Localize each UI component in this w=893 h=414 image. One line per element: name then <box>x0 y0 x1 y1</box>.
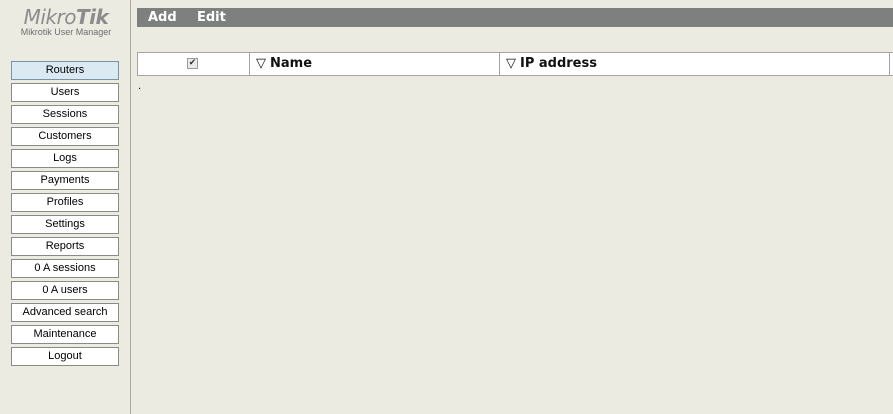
select-all-column: ✔ <box>138 53 250 75</box>
logo-brand-bold: Tik <box>76 5 109 29</box>
mikrotik-logo: MikroTik Mikrotik User Manager <box>14 6 118 38</box>
sidebar-item-sessions[interactable]: Sessions <box>11 105 119 124</box>
logo-wordmark: MikroTik <box>14 6 118 28</box>
routers-table-header: ✔ ▽ Name ▽ IP address <box>137 52 893 76</box>
sidebar-item-logs[interactable]: Logs <box>11 149 119 168</box>
column-header-ip-address: ▽ IP address <box>500 53 890 75</box>
empty-table-marker: . <box>138 81 142 92</box>
column-ip-label: IP address <box>520 56 597 71</box>
logo-subtitle: Mikrotik User Manager <box>20 27 112 37</box>
sidebar-item-users[interactable]: Users <box>11 83 119 102</box>
sidebar-nav: Routers Users Sessions Customers Logs Pa… <box>11 61 119 369</box>
select-all-checkbox[interactable]: ✔ <box>187 58 198 69</box>
sort-triangle-icon: ▽ <box>506 56 516 71</box>
sort-ip-header[interactable]: ▽ IP address <box>506 53 597 75</box>
column-header-name: ▽ Name <box>250 53 500 75</box>
column-name-label: Name <box>270 56 313 71</box>
sidebar-item-profiles[interactable]: Profiles <box>11 193 119 212</box>
sort-triangle-icon: ▽ <box>256 56 266 71</box>
sidebar-item-advanced-search[interactable]: Advanced search <box>11 303 119 322</box>
add-button[interactable]: Add <box>148 8 177 27</box>
sidebar-item-maintenance[interactable]: Maintenance <box>11 325 119 344</box>
sort-name-header[interactable]: ▽ Name <box>256 53 312 75</box>
sidebar-item-logout[interactable]: Logout <box>11 347 119 366</box>
sidebar-item-customers[interactable]: Customers <box>11 127 119 146</box>
logo-brand-light: Mikro <box>23 5 77 29</box>
sidebar-item-active-users[interactable]: 0 A users <box>11 281 119 300</box>
toolbar: Add Edit <box>137 8 893 27</box>
sidebar: MikroTik Mikrotik User Manager Routers U… <box>0 0 131 414</box>
edit-button[interactable]: Edit <box>197 8 226 27</box>
sidebar-item-payments[interactable]: Payments <box>11 171 119 190</box>
sidebar-item-reports[interactable]: Reports <box>11 237 119 256</box>
sidebar-item-active-sessions[interactable]: 0 A sessions <box>11 259 119 278</box>
sidebar-item-settings[interactable]: Settings <box>11 215 119 234</box>
sidebar-item-routers[interactable]: Routers <box>11 61 119 80</box>
